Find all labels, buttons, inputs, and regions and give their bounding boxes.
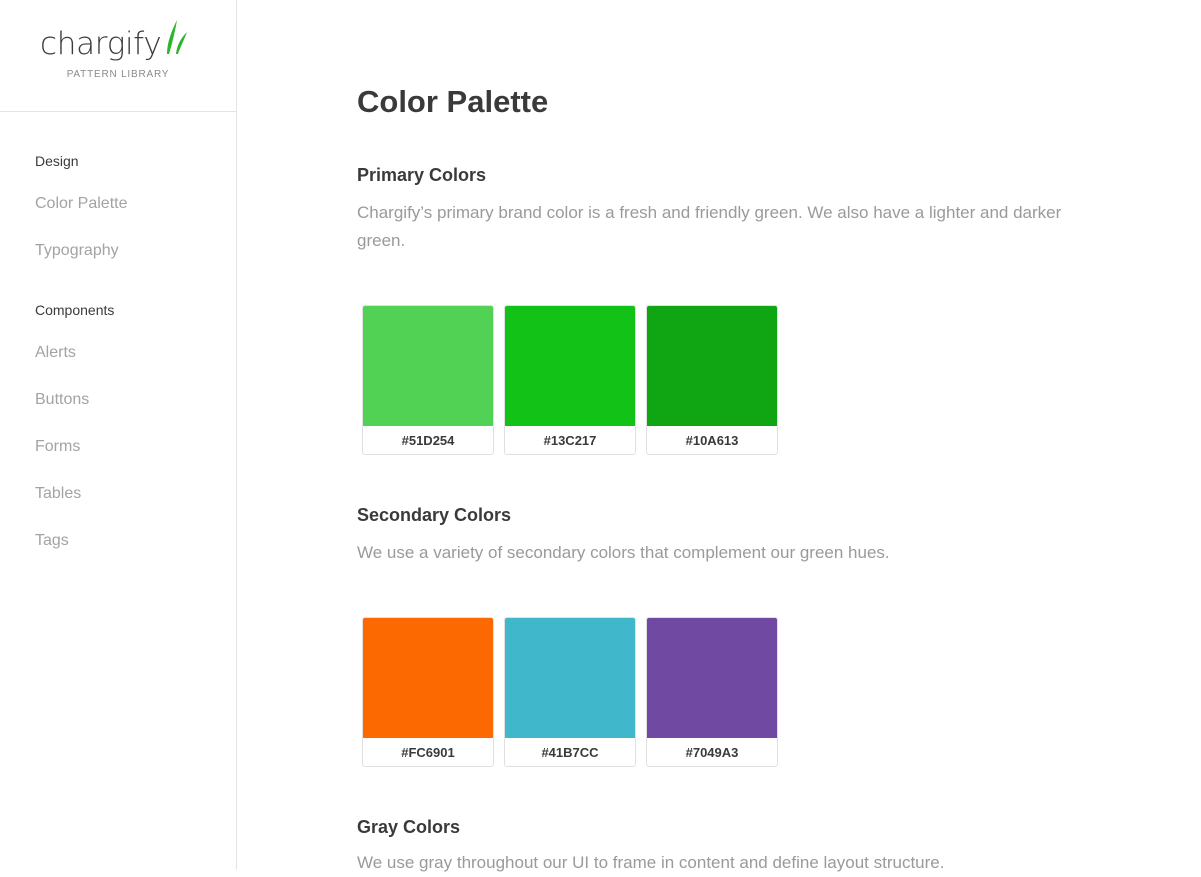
- swatch-row-secondary: #FC6901 #41B7CC #7049A3: [362, 617, 778, 767]
- swatch-hex-label: #7049A3: [685, 745, 739, 760]
- swatch-row-primary: #51D254 #13C217 #10A613: [362, 305, 778, 455]
- section-title-gray: Gray Colors: [357, 817, 461, 837]
- color-swatch: #7049A3: [646, 617, 778, 767]
- sidebar-item-forms[interactable]: Forms: [35, 437, 114, 457]
- nav-heading-components: Components: [35, 302, 115, 318]
- brand-name: chargify: [40, 26, 162, 62]
- section-title-primary: Primary Colors: [357, 165, 487, 185]
- sidebar-item-color-palette[interactable]: Color Palette: [35, 194, 128, 214]
- sidebar-item-tags[interactable]: Tags: [35, 531, 114, 551]
- brand-header: chargify PATTERN LIBRARY: [0, 0, 236, 112]
- swatch-hex-label: #FC6901: [401, 745, 455, 760]
- leaf-icon: [167, 20, 188, 54]
- logo[interactable]: chargify: [40, 20, 189, 60]
- color-swatch: #51D254: [362, 305, 494, 455]
- section-description-secondary: We use a variety of secondary colors tha…: [357, 543, 890, 562]
- color-swatch: #13C217: [504, 305, 636, 455]
- sidebar: chargify PATTERN LIBRARY Design Color Pa…: [0, 0, 237, 870]
- page-title: Color Palette: [357, 84, 549, 119]
- section-title-secondary: Secondary Colors: [357, 505, 512, 525]
- color-swatch: #41B7CC: [504, 617, 636, 767]
- nav-section-design: Design Color Palette Typography: [35, 153, 128, 261]
- sidebar-item-typography[interactable]: Typography: [35, 241, 128, 261]
- swatch-color-block: [505, 618, 635, 738]
- swatch-color-block: [505, 306, 635, 426]
- brand-subtitle: PATTERN LIBRARY: [66, 69, 170, 80]
- swatch-hex-label: #13C217: [543, 433, 597, 448]
- swatch-hex-label: #51D254: [401, 433, 455, 448]
- swatch-hex-label: #41B7CC: [541, 745, 599, 760]
- swatch-color-block: [363, 618, 493, 738]
- sidebar-item-alerts[interactable]: Alerts: [35, 343, 114, 363]
- nav-heading-design: Design: [35, 153, 79, 169]
- swatch-color-block: [647, 306, 777, 426]
- section-description-gray: We use gray throughout our UI to frame i…: [357, 853, 945, 872]
- sidebar-item-buttons[interactable]: Buttons: [35, 390, 114, 410]
- section-description-primary: Chargify’s primary brand color is a fres…: [357, 203, 1062, 250]
- color-swatch: #FC6901: [362, 617, 494, 767]
- swatch-hex-label: #10A613: [685, 433, 739, 448]
- swatch-color-block: [363, 306, 493, 426]
- color-swatch: #10A613: [646, 305, 778, 455]
- nav-section-components: Components Alerts Buttons Forms Tables T…: [35, 302, 114, 551]
- swatch-color-block: [647, 618, 777, 738]
- sidebar-item-tables[interactable]: Tables: [35, 484, 114, 504]
